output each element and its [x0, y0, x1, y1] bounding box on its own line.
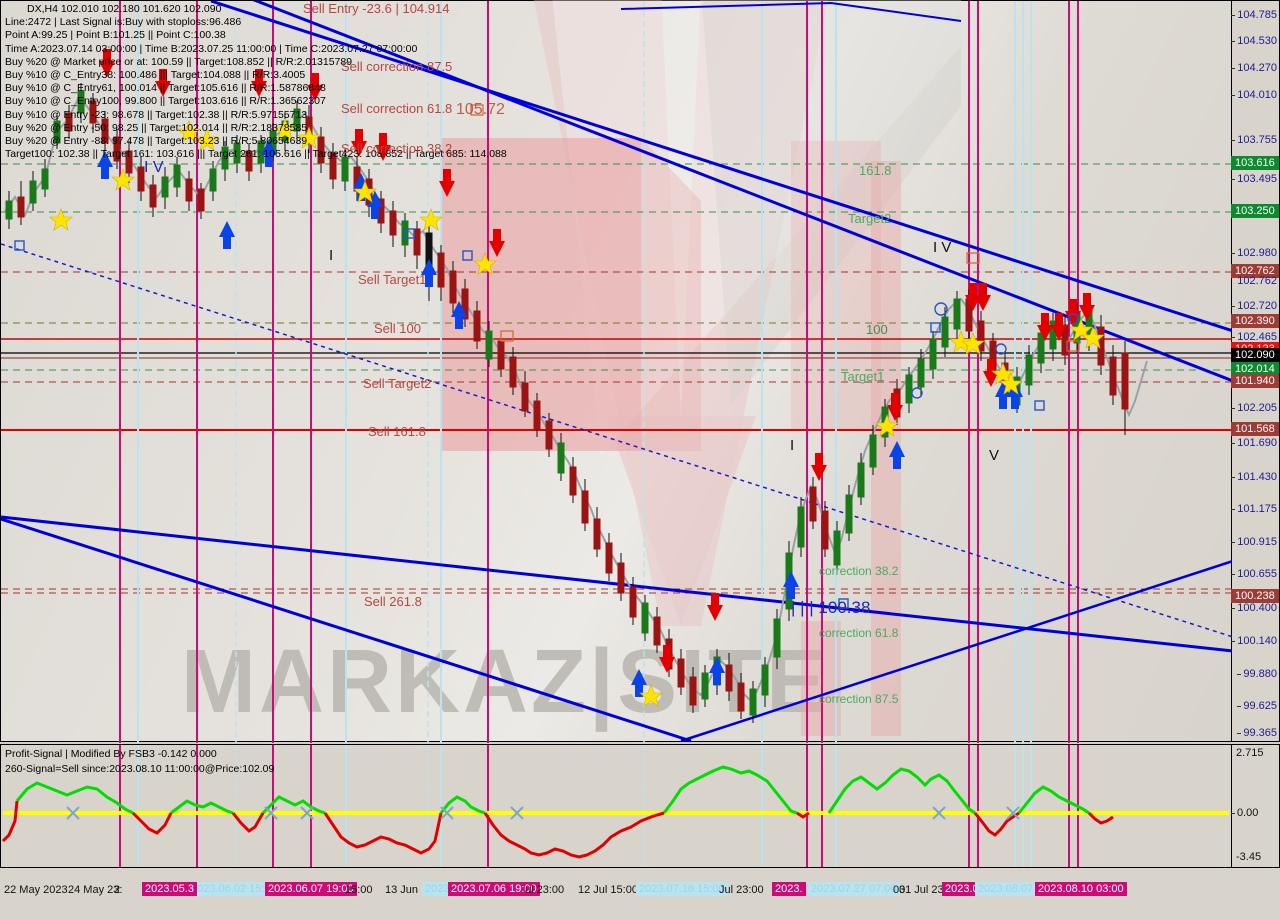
- price-badge-102090: 102.090: [1231, 348, 1279, 362]
- anno-correction-382: correction 38.2: [819, 564, 899, 578]
- time-label-0: 22 May 2023: [4, 884, 68, 896]
- price-tick-2: 104.270: [1231, 62, 1277, 74]
- time-label-2: 2: [114, 884, 121, 896]
- time-label-3: 15:00: [345, 884, 373, 896]
- time-label-6: 12 Jul 15:00: [578, 884, 638, 896]
- anno-level-10572: 105.72: [456, 101, 505, 118]
- anno-target2: Target2: [848, 211, 892, 226]
- price-tick-12: 101.430: [1231, 471, 1277, 483]
- price-tick-16: 100.400: [1231, 602, 1277, 614]
- anno-point-c-100-38: | | | 100.38: [791, 598, 871, 617]
- price-tick-17: 100.140: [1231, 635, 1277, 647]
- anno-sell-2618: Sell 261.8: [364, 594, 422, 609]
- info-line-5: Buy %10 @ C_Entry61, 100.014 || Target:1…: [5, 82, 326, 95]
- anno-target1: Target1: [841, 369, 885, 384]
- price-tick-0: 104.785: [1231, 9, 1277, 21]
- time-badge-2[interactable]: 2023.06.07 19:00: [265, 882, 357, 896]
- indicator-signal: 260-Signal=Sell since:2023.08.10 11:00:0…: [5, 763, 275, 775]
- time-label-5: ul 23:00: [525, 884, 565, 896]
- price-tick-13: 101.175: [1231, 503, 1277, 515]
- price-badge-102390: 102.390: [1231, 314, 1279, 328]
- price-tick-14: 100.915: [1231, 536, 1277, 548]
- anno-wave-i-mid: I: [790, 437, 795, 454]
- price-tick-15: 100.655: [1231, 568, 1277, 580]
- info-line-1: Point A:99.25 | Point B:101.25 || Point …: [5, 29, 226, 42]
- price-badge-101940: 101.940: [1231, 374, 1279, 388]
- indicator-axis[interactable]: 2.715 0.00 -3.45: [1230, 744, 1280, 868]
- chart-window: MARKAZ|SITE: [0, 0, 1280, 920]
- price-tick-10: 102.205: [1231, 402, 1277, 414]
- price-badge-103616: 103.616: [1231, 156, 1279, 170]
- time-badge-5[interactable]: 2023.07.18 15:00: [636, 882, 728, 896]
- price-tick-20: 99.365: [1237, 727, 1277, 739]
- info-line-8: Buy %20 @ Entry -50: 98.25 || Target:102…: [5, 121, 308, 134]
- indicator-pane[interactable]: Profit-Signal | Modified By FSB3 -0.142 …: [0, 744, 1232, 868]
- time-badge-0[interactable]: 2023.05.3: [142, 882, 197, 896]
- time-axis[interactable]: 22 May 2023 24 May 23: 2 2023.06.02 15:0…: [0, 868, 1280, 920]
- anno-sell-1618: Sell 161.8: [368, 424, 426, 439]
- time-label-7: Jul 23:00: [719, 884, 764, 896]
- time-badge-7[interactable]: 2023.07.27 07:00: [808, 882, 900, 896]
- anno-wave-i-left: I: [329, 247, 334, 264]
- price-tick-1: 104.530: [1231, 35, 1277, 47]
- anno-wave-v: V: [989, 447, 1000, 464]
- price-badge-101568: 101.568: [1231, 422, 1279, 436]
- price-tick-3: 104.010: [1231, 89, 1277, 101]
- anno-100: 100: [866, 322, 888, 337]
- price-tick-4: 103.755: [1231, 134, 1277, 146]
- price-chart-pane[interactable]: MARKAZ|SITE: [0, 0, 1233, 743]
- info-line-2: Time A:2023.07.14 03:00:00 | Time B:2023…: [5, 42, 418, 55]
- ind-tick-bottom: -3.45: [1236, 851, 1262, 863]
- price-tick-8: 102.720: [1231, 300, 1277, 312]
- anno-sell-target1: Sell Target1: [358, 272, 427, 287]
- anno-wave-iv-right: I V: [933, 239, 952, 256]
- price-tick-6: 102.980: [1231, 247, 1277, 259]
- price-axis[interactable]: 104.785 104.530 104.270 104.010 103.755 …: [1231, 0, 1280, 742]
- time-badge-6[interactable]: 2023.: [772, 882, 806, 896]
- time-badge-10[interactable]: 2023.08.10 03:00: [1035, 882, 1127, 896]
- anno-correction-875: correction 87.5: [819, 692, 899, 706]
- anno-sell-correction-875: Sell correction 87.5: [341, 59, 453, 74]
- price-badge-103250: 103.250: [1231, 204, 1279, 218]
- price-tick-19: 99.625: [1237, 700, 1277, 712]
- price-badge-100238: 100.238: [1231, 589, 1279, 603]
- anno-sell-correction-382: Sell correction 38.2: [341, 141, 453, 156]
- anno-1618: 161.8: [859, 163, 892, 178]
- anno-correction-618: correction 61.8: [819, 626, 899, 640]
- time-label-4: 13 Jun: [385, 884, 419, 896]
- price-tick-7: 102.762: [1237, 275, 1277, 287]
- anno-sell-entry: Sell Entry -23.6 | 104.914: [303, 1, 450, 16]
- time-badge-9[interactable]: 2023.08.07: [975, 882, 1037, 896]
- ind-tick-top: 2.715: [1236, 747, 1264, 759]
- time-label-9: 31 Jul 23:: [899, 884, 947, 896]
- price-tick-11: 101.690: [1231, 437, 1277, 449]
- info-line-0: Line:2472 | Last Signal is:Buy with stop…: [5, 16, 242, 29]
- anno-sell-100: Sell 100: [374, 321, 421, 336]
- ind-tick-zero: 0.00: [1230, 807, 1259, 819]
- anno-wave-iv-left: I V: [144, 159, 164, 176]
- price-tick-5: 103.495: [1231, 173, 1277, 185]
- anno-sell-target2: Sell Target2: [363, 376, 432, 391]
- chart-header-info: DX,H4 102.010 102.180 101.620 102.090 Li…: [5, 3, 507, 161]
- indicator-header: Profit-Signal | Modified By FSB3 -0.142 …: [5, 747, 274, 777]
- price-tick-18: 99.880: [1237, 668, 1277, 680]
- anno-sell-correction-618: Sell correction 61.8: [341, 101, 453, 116]
- indicator-title: Profit-Signal | Modified By FSB3 -0.142 …: [5, 748, 217, 760]
